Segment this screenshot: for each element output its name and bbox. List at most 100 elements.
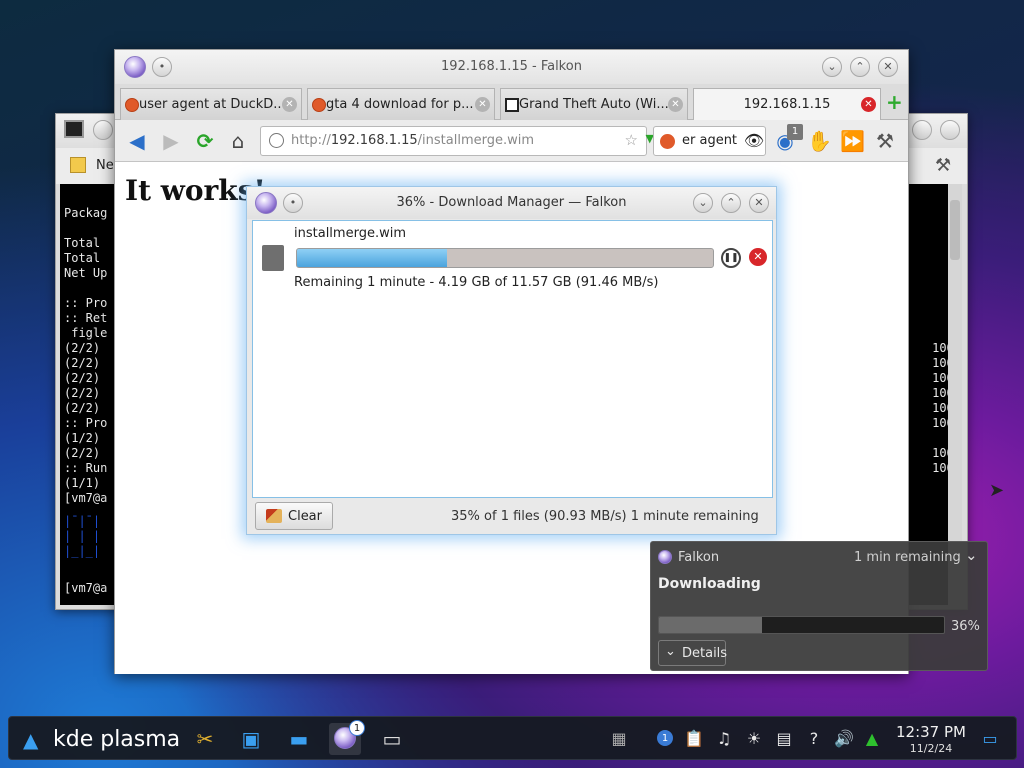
close-tab-icon[interactable]: ✕	[861, 97, 876, 112]
help-icon[interactable]: ?	[803, 728, 825, 750]
tray-download-badge[interactable]: 1	[657, 730, 673, 746]
notification-percent: 36%	[951, 619, 980, 634]
audio-mute-icon[interactable]: ♫	[713, 728, 735, 750]
terminal-icon	[64, 120, 84, 138]
tab-label: 192.168.1.15	[743, 97, 831, 112]
home-icon[interactable]: ⌂	[226, 129, 250, 153]
duckduckgo-search-icon	[660, 134, 675, 149]
close-tab-icon[interactable]: ✕	[282, 97, 297, 112]
bookmark-star-icon[interactable]: ☆	[625, 131, 638, 149]
discover-store-icon[interactable]: ▣	[235, 723, 267, 755]
clear-label: Clear	[288, 509, 322, 524]
cancel-download-icon[interactable]: ✕	[749, 248, 767, 266]
pause-icon[interactable]: ❚❚	[721, 248, 741, 268]
system-settings-icon[interactable]: ✂	[189, 723, 221, 755]
application-launcher-icon[interactable]: ▲	[23, 728, 38, 752]
show-desktop-icon[interactable]: ▭	[979, 728, 1001, 750]
tab-label: gta 4 download for p...	[326, 97, 474, 112]
brightness-icon[interactable]: ☀	[743, 728, 765, 750]
duckduckgo-icon	[312, 98, 326, 112]
download-notification: Falkon 1 min remaining ⌄ Downloading 36%…	[650, 541, 988, 671]
pager-icon[interactable]: ▦	[601, 728, 637, 750]
tab-duckduckgo[interactable]: user agent at DuckD... ✕	[120, 88, 302, 120]
page-heading: It works!	[125, 174, 266, 207]
notification-time-remaining: 1 min remaining	[854, 550, 961, 565]
notification-heading: Downloading	[658, 576, 761, 592]
clock-time[interactable]: 12:37 PM	[891, 723, 971, 741]
fast-forward-icon[interactable]: ⏩	[840, 129, 865, 153]
window-title: 192.168.1.15 - Falkon	[441, 59, 582, 74]
duckduckgo-icon	[125, 98, 139, 112]
wikipedia-icon	[505, 98, 519, 112]
download-count-badge: 1	[787, 124, 803, 140]
globe-icon	[269, 133, 284, 148]
tab-bar: user agent at DuckD... ✕ gta 4 download …	[115, 84, 908, 120]
binoculars-icon[interactable]: 👁	[742, 129, 766, 153]
volume-icon[interactable]: 🔊	[833, 728, 855, 750]
tab-gta-search[interactable]: gta 4 download for p... ✕	[307, 88, 495, 120]
taskbar: ▲ kde plasma ✂ ▣ ▬ 1 ▭ ▦ 1 📋 ♫ ☀ ▤ ? 🔊 ▲…	[8, 716, 1017, 760]
chevron-down-icon[interactable]: ⌄	[965, 546, 978, 564]
clock-date[interactable]: 11/2/24	[891, 742, 971, 755]
clear-button[interactable]: Clear	[255, 502, 333, 530]
wrench-icon[interactable]: ⚒	[935, 155, 951, 176]
tab-label: user agent at DuckD...	[139, 97, 286, 112]
broom-icon	[266, 509, 282, 523]
search-value: er agent	[682, 133, 738, 148]
new-tab-icon[interactable]	[70, 157, 86, 173]
details-label: Details	[682, 646, 728, 661]
terminal-maximize-button[interactable]	[912, 120, 932, 140]
tools-menu-icon[interactable]: ⚒	[873, 129, 897, 153]
close-tab-icon[interactable]: ✕	[668, 97, 683, 112]
address-bar[interactable]: http://192.168.1.15/installmerge.wim ☆ ▼	[260, 126, 654, 156]
new-tab-plus-icon[interactable]: +	[886, 90, 903, 114]
download-progress-bar	[296, 248, 714, 268]
download-progress-fill	[297, 249, 447, 267]
falkon-titlebar[interactable]: • 192.168.1.15 - Falkon ⌄ ⌃ ✕	[115, 50, 908, 84]
network-icon[interactable]: ▲	[861, 728, 883, 750]
dm-maximize-button[interactable]: ⌃	[721, 193, 741, 213]
notification-progress-bar	[658, 616, 945, 634]
terminal-pin-button[interactable]	[93, 120, 113, 140]
mouse-cursor-icon: ➤	[989, 480, 1005, 501]
close-button[interactable]: ✕	[878, 57, 898, 77]
falkon-download-badge: 1	[349, 720, 365, 736]
falkon-logo-icon	[658, 550, 672, 564]
chevron-down-icon: ⌄	[665, 644, 676, 659]
file-manager-icon[interactable]: ▬	[283, 723, 315, 755]
tab-label: Grand Theft Auto (Wi...	[519, 97, 669, 112]
back-arrow-icon[interactable]: ◀	[125, 129, 149, 153]
forward-arrow-icon[interactable]: ▶	[159, 129, 183, 153]
terminal-new-tab-label[interactable]: Ne	[96, 158, 114, 173]
details-button[interactable]: ⌄ Details	[658, 640, 728, 666]
dm-minimize-button[interactable]: ⌄	[693, 193, 713, 213]
reload-icon[interactable]: ⟳	[193, 129, 217, 153]
tab-active-ip[interactable]: 192.168.1.15 ✕	[693, 88, 881, 120]
terminal-scroll-thumb[interactable]	[950, 200, 960, 260]
dm-footer: Clear 35% of 1 files (90.93 MB/s) 1 minu…	[247, 499, 776, 535]
notification-progress-fill	[659, 617, 762, 633]
dm-titlebar[interactable]: • 36% - Download Manager — Falkon ⌄ ⌃ ✕	[247, 187, 776, 219]
dm-status-text: 35% of 1 files (90.93 MB/s) 1 minute rem…	[451, 509, 759, 524]
notification-app-name: Falkon	[678, 550, 720, 565]
konsole-task-icon[interactable]: ▭	[376, 723, 408, 755]
navigation-toolbar: ◀ ▶ ⟳ ⌂ http://192.168.1.15/installmerge…	[115, 120, 908, 162]
maximize-button[interactable]: ⌃	[850, 57, 870, 77]
terminal-close-button[interactable]	[940, 120, 960, 140]
download-filename: installmerge.wim	[294, 226, 406, 241]
close-tab-icon[interactable]: ✕	[475, 97, 490, 112]
tab-wikipedia[interactable]: Grand Theft Auto (Wi... ✕	[500, 88, 688, 120]
url-host: 192.168.1.15	[330, 133, 418, 148]
minimize-button[interactable]: ⌄	[822, 57, 842, 77]
clipboard-icon[interactable]: 📋	[683, 728, 705, 750]
file-icon	[262, 245, 284, 271]
remaining-text: Remaining 1 minute - 4.19 GB of 11.57 GB…	[294, 275, 659, 290]
adblock-hand-icon[interactable]: ✋	[807, 129, 832, 153]
dm-close-button[interactable]: ✕	[749, 193, 769, 213]
url-path: /installmerge.wim	[417, 133, 535, 148]
disk-icon[interactable]: ▤	[773, 728, 795, 750]
download-manager-window: • 36% - Download Manager — Falkon ⌄ ⌃ ✕ …	[246, 186, 777, 535]
download-list: installmerge.wim ❚❚ ✕ Remaining 1 minute…	[252, 220, 773, 498]
launcher-label[interactable]: kde plasma	[53, 727, 180, 752]
url-scheme: http://	[291, 133, 331, 148]
